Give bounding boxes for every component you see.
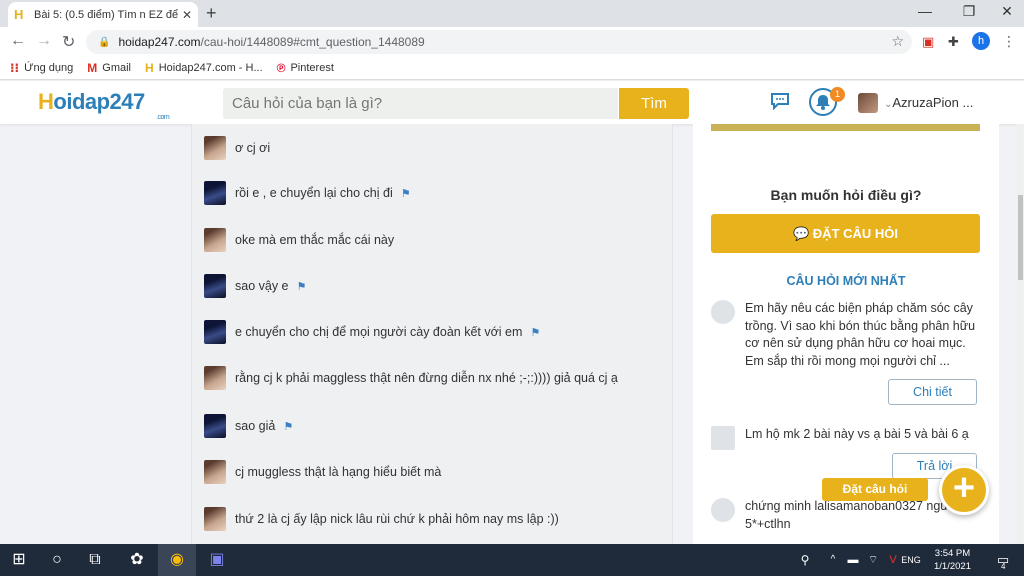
bookmark-star-icon[interactable]: ☆ xyxy=(891,33,904,50)
chat-avatar[interactable] xyxy=(204,320,226,344)
chat-message: ơ cj ơi xyxy=(204,136,270,160)
scrollbar-thumb[interactable] xyxy=(1018,195,1023,280)
chat-message-text: sao giả xyxy=(235,419,276,433)
report-flag-icon[interactable]: ⚑ xyxy=(297,280,307,293)
reload-icon[interactable]: ↻ xyxy=(62,32,75,52)
user-menu[interactable]: ⌄AzruzaPion ... xyxy=(884,95,973,110)
site-header: Hoidap247.com Tìm 1 ⌄AzruzaPion ... xyxy=(0,81,1024,124)
task-view-icon[interactable]: ⧉ xyxy=(76,544,114,576)
restore-icon[interactable]: ❐ xyxy=(954,3,984,20)
bookmark-gmail[interactable]: M Gmail xyxy=(87,61,131,75)
profile-avatar[interactable]: h xyxy=(972,32,990,50)
chat-message-text: rằng cj k phải maggless thật nên đừng di… xyxy=(235,371,618,385)
url-path: /cau-hoi/1448089#cmt_question_1448089 xyxy=(200,35,425,49)
report-flag-icon[interactable]: ⚑ xyxy=(283,420,293,433)
question-bubble-icon: 💬 xyxy=(792,225,810,241)
language-indicator[interactable]: ENG xyxy=(894,544,928,576)
browser-toolbar: ← → ↻ 🔒 hoidap247.com/cau-hoi/1448089#cm… xyxy=(0,27,1024,56)
chat-message-text: oke mà em thắc mắc cái này xyxy=(235,233,395,247)
plus-icon: + xyxy=(952,467,976,509)
close-window-icon[interactable]: ✕ xyxy=(992,3,1022,20)
teams-icon[interactable]: ▣ xyxy=(198,544,236,576)
windows-start-icon[interactable]: ⊞ xyxy=(0,544,38,576)
action-center-icon[interactable]: ▭ xyxy=(984,544,1022,576)
chat-message-text: e chuyển cho chị để mọi người cày đoàn k… xyxy=(235,325,523,339)
chat-avatar[interactable] xyxy=(204,136,226,160)
puzzle-extensions-icon[interactable]: ✚ xyxy=(948,34,959,50)
lock-icon: 🔒 xyxy=(98,36,111,48)
chat-message-text: cj muggless thật là hạng hiểu biết mà xyxy=(235,465,442,479)
pinterest-icon: ℗ xyxy=(276,60,286,75)
chat-message: rằng cj k phải maggless thật nên đừng di… xyxy=(204,366,618,390)
chat-avatar[interactable] xyxy=(204,507,226,531)
chat-avatar[interactable] xyxy=(204,414,226,438)
search-button[interactable]: Tìm xyxy=(619,88,689,119)
chat-avatar[interactable] xyxy=(204,274,226,298)
chat-avatar[interactable] xyxy=(204,181,226,205)
action-center-badge: 4 xyxy=(1001,562,1006,571)
back-icon[interactable]: ← xyxy=(10,32,26,50)
chat-message-text: ơ cj ơi xyxy=(235,141,271,155)
user-avatar-icon xyxy=(711,498,735,522)
chat-message: e chuyển cho chị để mọi người cày đoàn k… xyxy=(204,320,540,344)
bookmark-hoidap[interactable]: H Hoidap247.com - H... xyxy=(145,61,263,75)
apps-icon: ⁝⁝ xyxy=(10,60,20,75)
ad-banner xyxy=(711,124,980,131)
chat-avatar[interactable] xyxy=(204,366,226,390)
comment-thread: ơ cj ơi rồi e , e chuyển lại cho chị đi ⚑ o… xyxy=(191,124,673,544)
chat-avatar[interactable] xyxy=(204,460,226,484)
close-tab-icon[interactable]: ✕ xyxy=(182,8,192,22)
chat-message: sao vậy e ⚑ xyxy=(204,274,306,298)
fab-label[interactable]: Đặt câu hỏi xyxy=(822,478,928,501)
user-avatar[interactable] xyxy=(858,93,878,113)
bookmark-apps[interactable]: ⁝⁝ Ứng dụng xyxy=(10,61,73,75)
gmail-icon: M xyxy=(87,60,98,75)
clock[interactable]: 3:54 PM 1/1/2021 xyxy=(925,547,980,573)
ask-question-button[interactable]: 💬 ĐẶT CÂU HỎI xyxy=(711,214,980,253)
chat-message-text: thứ 2 là cj ấy lập nick lâu rùi chứ k ph… xyxy=(235,512,559,526)
question-text: Em hãy nêu các biện pháp chăm sóc cây tr… xyxy=(745,301,976,368)
search-input[interactable] xyxy=(223,88,618,119)
chat-message-text: rồi e , e chuyển lại cho chị đi xyxy=(235,186,393,200)
windows-taskbar: ⊞ ○ ⧉ ✿ ◉ ▣ ⚲ ^ ▬ ⌔ V ENG 3:54 PM 1/1/202… xyxy=(0,544,1024,576)
search-icon[interactable]: ○ xyxy=(38,544,76,576)
bookmarks-bar: ⁝⁝ Ứng dụng M Gmail H Hoidap247.com - H... … xyxy=(0,56,1024,80)
chat-message-text: sao vậy e xyxy=(235,279,289,293)
minimize-icon[interactable]: — xyxy=(910,3,940,19)
chat-avatar[interactable] xyxy=(204,228,226,252)
user-avatar-icon xyxy=(711,300,735,324)
ask-heading: Bạn muốn hỏi điều gì? xyxy=(770,187,922,203)
new-tab-icon[interactable]: + xyxy=(206,3,217,24)
address-bar[interactable]: 🔒 hoidap247.com/cau-hoi/1448089#cmt_ques… xyxy=(86,30,912,54)
chat-icon[interactable] xyxy=(770,92,790,110)
browser-tabstrip: H Bài 5: (0.5 điểm) Tìm n EZ để 2n- ✕ + … xyxy=(0,0,1024,27)
chrome-icon[interactable]: ◉ xyxy=(158,544,196,576)
forward-icon[interactable]: → xyxy=(36,32,52,50)
url-host: hoidap247.com xyxy=(118,35,201,49)
page-scrollbar[interactable] xyxy=(1017,124,1024,544)
chat-message: oke mà em thắc mắc cái này xyxy=(204,228,394,252)
tab-title: Bài 5: (0.5 điểm) Tìm n EZ để 2n- xyxy=(34,8,178,21)
hoidap-icon: H xyxy=(145,60,154,75)
user-avatar-icon xyxy=(711,426,735,450)
site-logo[interactable]: Hoidap247 .com xyxy=(38,89,170,121)
chat-message: rồi e , e chuyển lại cho chị đi ⚑ xyxy=(204,181,411,205)
report-flag-icon[interactable]: ⚑ xyxy=(401,187,411,200)
bookmark-pinterest[interactable]: ℗ Pinterest xyxy=(277,61,334,75)
chrome-menu-icon[interactable]: ⋮ xyxy=(1002,33,1016,50)
add-question-fab[interactable]: + xyxy=(939,465,989,515)
app-icon[interactable]: ✿ xyxy=(118,544,156,576)
chat-message: sao giả ⚑ xyxy=(204,414,293,438)
notification-badge: 1 xyxy=(830,87,845,102)
chat-message: thứ 2 là cj ấy lập nick lâu rùi chứ k ph… xyxy=(204,507,559,531)
latest-questions-heading: CÂU HỎI MỚI NHẤT xyxy=(786,274,906,288)
browser-tab-active[interactable]: H Bài 5: (0.5 điểm) Tìm n EZ để 2n- ✕ xyxy=(8,2,198,27)
detail-button[interactable]: Chi tiết xyxy=(888,379,977,405)
hoidap-favicon-icon: H xyxy=(14,6,24,22)
report-flag-icon[interactable]: ⚑ xyxy=(530,326,540,339)
extension-icon[interactable]: ▣ xyxy=(922,34,934,50)
question-text: Lm hộ mk 2 bài này vs ạ bài 5 và bài 6 ạ xyxy=(745,427,969,441)
chat-message: cj muggless thật là hạng hiểu biết mà xyxy=(204,460,441,484)
